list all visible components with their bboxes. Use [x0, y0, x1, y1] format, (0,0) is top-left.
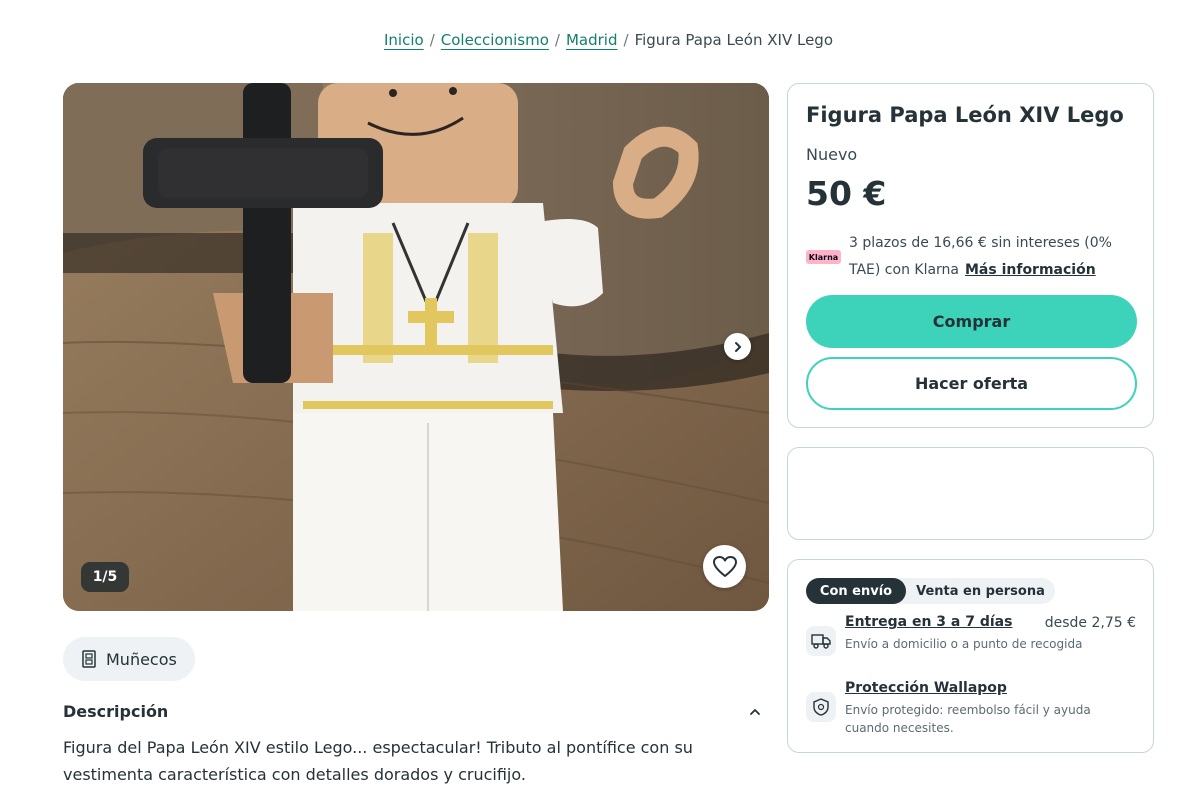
collapse-description-button[interactable]	[747, 704, 763, 720]
breadcrumb-link-inicio[interactable]: Inicio	[384, 31, 424, 49]
product-photo[interactable]	[63, 83, 769, 611]
wallapop-protection-link[interactable]: Protección Wallapop	[845, 680, 1007, 696]
breadcrumb-link-madrid[interactable]: Madrid	[566, 31, 618, 49]
klarna-more-info-link[interactable]: Más información	[965, 262, 1096, 278]
delivery-time-link[interactable]: Entrega en 3 a 7 días	[845, 614, 1012, 630]
image-counter: 1/5	[81, 562, 129, 592]
shipping-card: Con envío Venta en persona Entrega en 3 …	[787, 559, 1154, 753]
category-chip-label: Muñecos	[106, 649, 177, 669]
product-image-gallery[interactable]	[63, 83, 769, 611]
next-image-button[interactable]	[724, 333, 751, 360]
description-text: Figura del Papa León XIV estilo Lego... …	[63, 738, 693, 784]
truck-icon	[806, 626, 836, 656]
klarna-financing-info: 3 plazos de 16,66 € sin intereses (0% TA…	[849, 230, 1141, 284]
seller-card-placeholder	[787, 447, 1154, 540]
chevron-up-icon	[750, 709, 760, 715]
product-title: Figura Papa León XIV Lego	[806, 103, 1124, 127]
description-title: Descripción	[63, 702, 169, 721]
category-chip[interactable]: Muñecos	[63, 637, 195, 681]
tab-con-envio[interactable]: Con envío	[806, 578, 906, 604]
shipping-price: desde 2,75 €	[1044, 615, 1136, 631]
buy-button[interactable]: Comprar	[806, 295, 1137, 348]
shipping-tabs: Con envío Venta en persona	[806, 578, 1055, 604]
breadcrumb-separator: /	[554, 31, 560, 49]
make-offer-button[interactable]: Hacer oferta	[806, 357, 1137, 410]
delivery-description: Envío a domicilio o a punto de recogida	[845, 637, 1083, 651]
klarna-logo: Klarna	[806, 250, 841, 264]
doll-icon	[82, 650, 96, 668]
breadcrumb: Inicio / Coleccionismo / Madrid / Figura Papa …	[0, 31, 1200, 49]
favorite-button[interactable]	[703, 545, 746, 588]
heart-icon	[712, 555, 737, 577]
product-price: 50 €	[806, 174, 887, 213]
breadcrumb-current: Figura Papa León XIV Lego	[634, 31, 833, 49]
breadcrumb-link-coleccionismo[interactable]: Coleccionismo	[441, 31, 549, 49]
product-condition: Nuevo	[806, 145, 858, 164]
breadcrumb-separator: /	[623, 31, 629, 49]
chevron-right-icon	[734, 341, 741, 352]
breadcrumb-separator: /	[429, 31, 435, 49]
tab-venta-en-persona[interactable]: Venta en persona	[906, 578, 1055, 604]
protection-description: Envío protegido: reembolso fácil y ayuda…	[845, 703, 1091, 735]
product-summary-card: Figura Papa León XIV Lego Nuevo 50 € Kla…	[787, 83, 1154, 428]
shield-icon	[806, 692, 836, 722]
